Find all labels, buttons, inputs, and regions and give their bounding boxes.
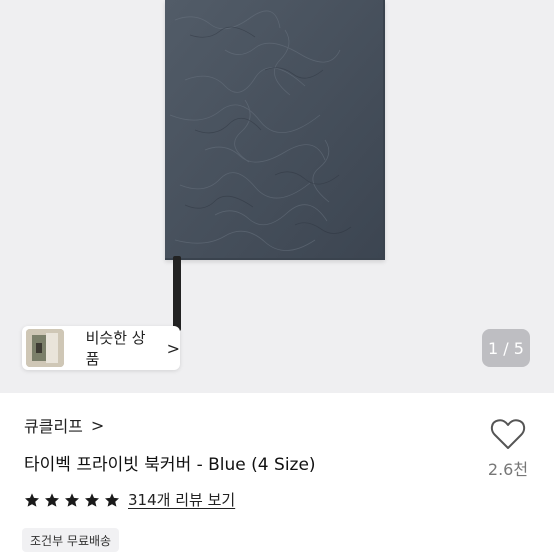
rating-row: 314개 리뷰 보기: [24, 489, 235, 510]
chevron-right-icon: >: [166, 338, 180, 358]
heart-outline-icon: [490, 419, 526, 449]
product-image-gallery[interactable]: 비슷한 상품 > 1 / 5: [0, 0, 554, 393]
image-counter: 1 / 5: [482, 329, 530, 367]
similar-product-thumbnail: [26, 329, 64, 367]
like-count: 2.6천: [487, 460, 529, 479]
star-icon: [25, 492, 39, 507]
similar-products-label: 비슷한 상품: [85, 329, 146, 368]
product-title: 타이벡 프라이빗 북커버 - Blue (4 Size): [24, 455, 316, 475]
product-photo-book-cover: [165, 0, 385, 260]
bookmark-ribbon: [173, 256, 181, 331]
review-link[interactable]: 314개 리뷰 보기: [128, 489, 235, 510]
store-name: 큐클리프: [24, 417, 83, 436]
store-link[interactable]: 큐클리프 >: [24, 413, 104, 437]
star-icon: [85, 492, 99, 507]
similar-products-button[interactable]: 비슷한 상품 >: [22, 326, 180, 370]
star-icon: [45, 492, 59, 507]
star-icon: [65, 492, 79, 507]
book-texture: [165, 0, 383, 258]
star-icon: [105, 492, 119, 507]
shipping-badge: 조건부 무료배송: [22, 528, 120, 552]
like-button[interactable]: 2.6천: [486, 418, 530, 484]
chevron-right-icon: >: [90, 415, 105, 435]
